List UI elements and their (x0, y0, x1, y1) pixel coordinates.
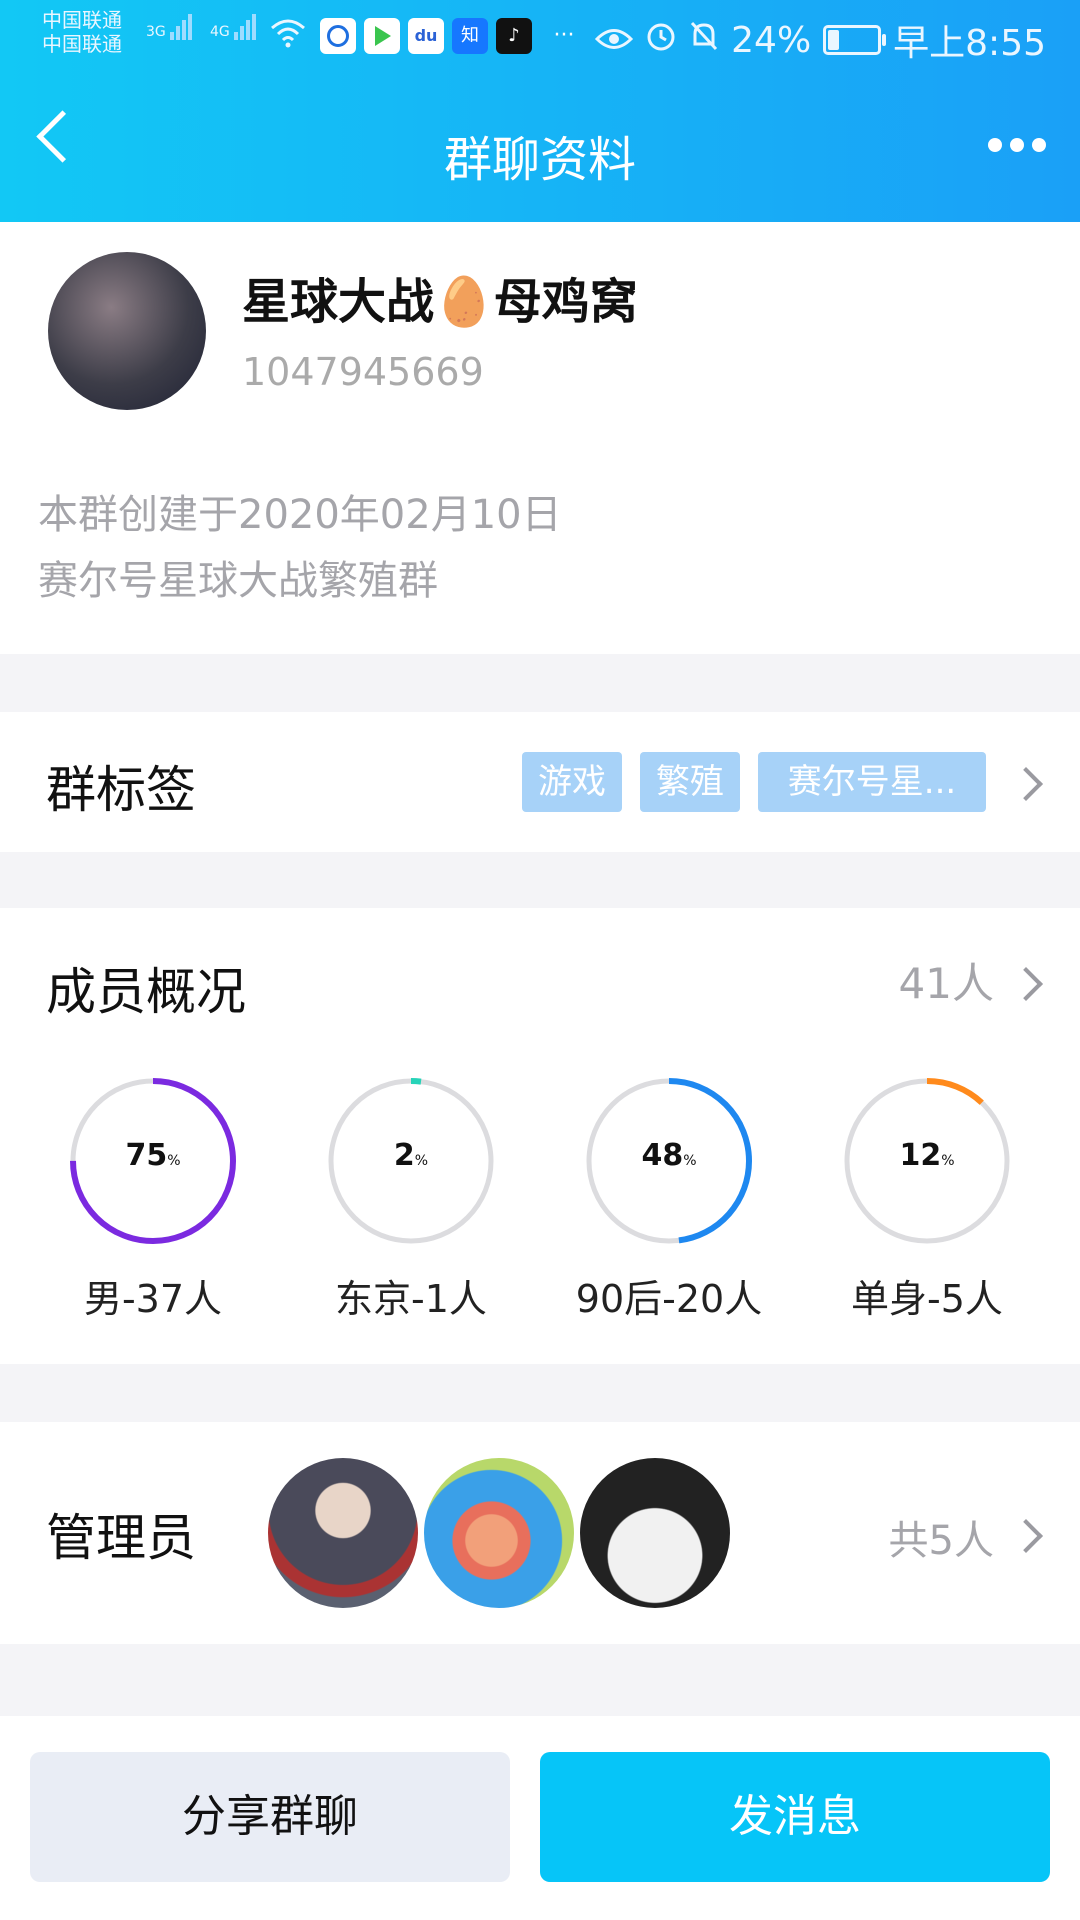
status-right: 24% 早上8:55 (595, 14, 1046, 66)
group-description: 本群创建于2020年02月10日 赛尔号星球大战繁殖群 (38, 482, 562, 614)
baidu-icon: du (408, 18, 444, 54)
members-overview[interactable]: 成员概况 41人 75% 男-37人 2% 东京-1人 48% 90后-20人 12%… (0, 908, 1080, 1364)
carrier-labels: 中国联通 中国联通 (42, 8, 122, 56)
tag-breeding: 繁殖 (640, 752, 740, 812)
status-bar: 中国联通 中国联通 3G 4G du 知 ♪ ··· 24% 早上8:55 (0, 0, 1080, 75)
stat-label: 90后-20人 (575, 1277, 763, 1321)
signal-1-icon: 3G (146, 14, 194, 40)
zhihu-icon: 知 (452, 18, 488, 54)
eye-icon (595, 20, 634, 61)
group-id: 1047945669 (242, 350, 484, 394)
battery-icon (823, 25, 887, 55)
zhihu-glyph: 知 (461, 25, 479, 46)
video-app-icon (364, 18, 400, 54)
bottom-action-bar: 分享群聊 发消息 (0, 1716, 1080, 1920)
chevron-right-icon (1009, 967, 1043, 1001)
stat-label: 东京-1人 (335, 1277, 487, 1321)
tag-game: 游戏 (522, 752, 622, 812)
tags-label: 群标签 (46, 761, 196, 819)
stat-percent: 12% (842, 1138, 1012, 1173)
admin-avatar-1[interactable] (268, 1458, 418, 1608)
tag-seer-planet: 赛尔号星... (758, 752, 986, 812)
stat-percent: 48% (584, 1138, 754, 1173)
group-tags-row[interactable]: 群标签 游戏 繁殖 赛尔号星... (0, 712, 1080, 852)
wifi-icon (270, 18, 306, 54)
stat-ring: 48% (584, 1076, 754, 1246)
group-profile-card: 星球大战🥚母鸡窝 1047945669 本群创建于2020年02月10日 赛尔号… (0, 222, 1080, 654)
group-avatar[interactable] (48, 252, 206, 410)
alarm-icon (645, 20, 677, 61)
group-name: 星球大战🥚母鸡窝 (242, 274, 638, 330)
admins-count: 共5人 (888, 1518, 994, 1564)
tiktok-icon: ♪ (496, 18, 532, 54)
battery-percent: 24% (731, 19, 812, 61)
stat-ring: 2% (326, 1076, 496, 1246)
admins-label: 管理员 (46, 1509, 196, 1567)
group-intro: 赛尔号星球大战繁殖群 (38, 558, 438, 604)
send-message-button[interactable]: 发消息 (540, 1752, 1050, 1882)
stat-age: 48% 90后-20人 (576, 1076, 762, 1323)
stat-label: 男-37人 (83, 1277, 223, 1321)
stat-ring: 75% (68, 1076, 238, 1246)
page-title: 群聊资料 (443, 132, 636, 188)
carrier-2: 中国联通 (42, 32, 122, 56)
members-label: 成员概况 (46, 963, 246, 1021)
share-group-button[interactable]: 分享群聊 (30, 1752, 510, 1882)
battery-fill (828, 30, 840, 50)
network-type-2: 4G (210, 24, 230, 40)
stat-ring: 12% (842, 1076, 1012, 1246)
members-count: 41人 (898, 959, 994, 1008)
stat-percent-value: 48 (641, 1138, 684, 1173)
chevron-right-icon (1009, 767, 1043, 801)
admins-row[interactable]: 管理员 共5人 (0, 1422, 1080, 1644)
stat-percent-value: 2 (393, 1138, 415, 1173)
stat-label: 单身-5人 (851, 1277, 1003, 1321)
qq-browser-icon (320, 18, 356, 54)
admin-avatar-2[interactable] (424, 1458, 574, 1608)
network-type-1: 3G (146, 24, 166, 40)
header-bar: 中国联通 中国联通 3G 4G du 知 ♪ ··· 24% 早上8:55 群聊 (0, 0, 1080, 222)
stat-percent-unit: % (414, 1153, 429, 1169)
group-created-date: 本群创建于2020年02月10日 (38, 492, 562, 538)
admin-avatar-3[interactable] (580, 1458, 730, 1608)
stat-percent-value: 12 (899, 1138, 942, 1173)
carrier-1: 中国联通 (42, 8, 122, 32)
signal-2-icon: 4G (210, 14, 258, 40)
stat-percent: 75% (68, 1138, 238, 1173)
stat-percent-value: 75 (125, 1138, 168, 1173)
chevron-right-icon (1009, 1519, 1043, 1553)
stat-percent-unit: % (683, 1153, 697, 1169)
clock: 早上8:55 (893, 23, 1046, 64)
stat-percent-unit: % (167, 1153, 181, 1169)
stat-location: 2% 东京-1人 (326, 1076, 496, 1323)
more-notifications-icon: ··· (553, 23, 575, 48)
stat-single: 12% 单身-5人 (842, 1076, 1012, 1323)
stat-percent-unit: % (941, 1153, 955, 1169)
stat-percent: 2% (326, 1138, 496, 1173)
more-options-icon[interactable] (988, 138, 1046, 152)
stat-gender: 75% 男-37人 (68, 1076, 238, 1323)
mute-bell-icon (689, 20, 719, 61)
